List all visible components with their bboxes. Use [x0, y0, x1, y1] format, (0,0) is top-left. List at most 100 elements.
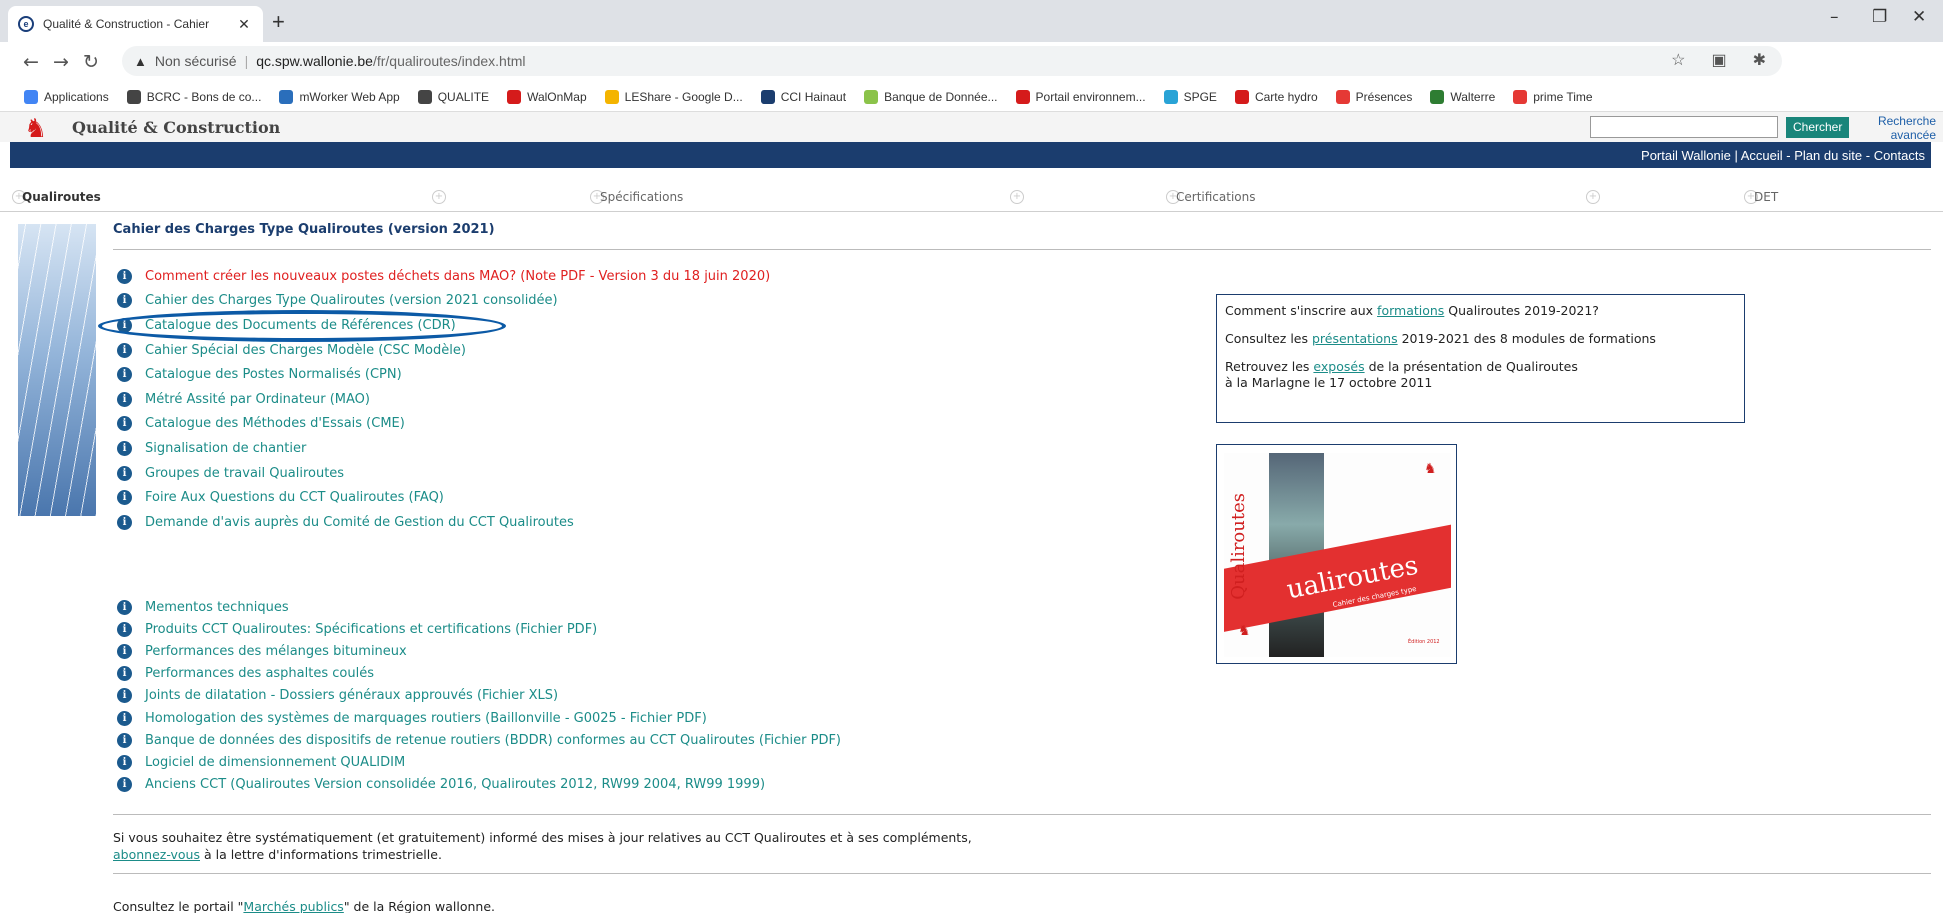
extension-icon[interactable]: ▣	[1711, 50, 1726, 70]
bookmark-item[interactable]: CCI Hainaut	[760, 89, 846, 104]
info-icon: i	[117, 490, 132, 506]
bookmark-favicon-icon	[279, 89, 294, 104]
bookmark-label: Présences	[1355, 89, 1413, 104]
tab-det[interactable]: DET	[1754, 190, 1778, 204]
search-input[interactable]	[1590, 116, 1778, 138]
bookmark-item[interactable]: Présences	[1335, 89, 1413, 104]
bookmark-item[interactable]: SPGE	[1163, 89, 1217, 104]
bookmark-item[interactable]: Applications	[24, 89, 109, 104]
tab-specifications[interactable]: Spécifications	[600, 190, 683, 204]
document-link[interactable]: Performances des asphaltes coulés	[145, 666, 374, 681]
document-link[interactable]: Homologation des systèmes de marquages r…	[145, 711, 707, 726]
newsletter-line1: Si vous souhaitez être systématiquement …	[113, 830, 972, 845]
bookmark-favicon-icon	[760, 89, 775, 104]
document-link[interactable]: Groupes de travail Qualiroutes	[145, 466, 344, 481]
info-icon: i	[117, 416, 132, 432]
info-icon: i	[117, 342, 132, 358]
page-title: Cahier des Charges Type Qualiroutes (ver…	[113, 222, 495, 237]
info-text: Comment s'inscrire aux	[1225, 303, 1378, 318]
apps-grid-icon	[24, 89, 38, 104]
bookmark-item[interactable]: WalOnMap	[507, 89, 587, 104]
new-tab-icon[interactable]: +	[272, 9, 285, 35]
document-link[interactable]: Métré Assité par Ordinateur (MAO)	[145, 392, 370, 407]
list-item: i Joints de dilatation - Dossiers générau…	[117, 685, 841, 707]
window-close-icon[interactable]: ✕	[1912, 7, 1926, 27]
bookmark-favicon-icon	[604, 89, 619, 104]
puzzle-icon[interactable]: ✱	[1753, 50, 1766, 70]
info-icon: i	[117, 391, 132, 407]
bookmark-favicon-icon	[1015, 89, 1030, 104]
subscribe-link[interactable]: abonnez-vous	[113, 847, 200, 862]
document-link[interactable]: Catalogue des Postes Normalisés (CPN)	[145, 367, 402, 382]
document-link[interactable]: Catalogue des Méthodes d'Essais (CME)	[145, 416, 405, 431]
tab-certifications[interactable]: Certifications	[1176, 190, 1255, 204]
bookmark-item[interactable]: LEShare - Google D...	[604, 89, 743, 104]
bookmark-favicon-icon	[507, 89, 522, 104]
minimize-icon[interactable]: –	[1830, 7, 1839, 27]
bookmark-item[interactable]: mWorker Web App	[279, 89, 400, 104]
newsletter-line2: abonnez-vous à la lettre d'informations …	[113, 847, 972, 864]
url-input[interactable]: ▲ Non sécurisé | qc.spw.wallonie.be /fr/…	[122, 46, 1782, 76]
document-link[interactable]: Demande d'avis auprès du Comité de Gesti…	[145, 515, 574, 530]
bookmark-item[interactable]: BCRC - Bons de co...	[126, 89, 261, 104]
info-icon: i	[117, 440, 132, 456]
info-icon: i	[117, 367, 132, 383]
list-item: i Anciens CCT (Qualiroutes Version consol…	[117, 774, 841, 796]
info-text: de la présentation de Qualiroutes	[1364, 359, 1578, 374]
exposes-link[interactable]: exposés	[1313, 359, 1364, 374]
back-icon[interactable]: ←	[16, 51, 46, 73]
bookmark-item[interactable]: prime Time	[1513, 89, 1593, 104]
resource-links-list: i Mementos techniques i Produits CCT Qualir…	[117, 596, 841, 796]
bookmark-label: Banque de Donnée...	[884, 89, 998, 104]
document-link[interactable]: Cahier Spécial des Charges Modèle (CSC M…	[145, 343, 466, 358]
restore-icon[interactable]: ❐	[1872, 7, 1887, 27]
divider	[113, 249, 1931, 250]
bookmark-item[interactable]: Portail environnem...	[1015, 89, 1146, 104]
document-link[interactable]: Comment créer les nouveaux postes déchet…	[145, 269, 770, 284]
warning-icon: ▲	[134, 53, 147, 69]
reload-icon[interactable]: ↻	[76, 51, 106, 73]
tab-title: Qualité & Construction - Cahier	[43, 17, 210, 31]
document-link[interactable]: Anciens CCT (Qualiroutes Version consoli…	[145, 777, 765, 792]
not-secure-label: Non sécurisé	[154, 53, 237, 69]
qualiroutes-cover-image[interactable]: Qualiroutes ualiroutes Cahier des charge…	[1216, 444, 1457, 664]
list-item: i Catalogue des Postes Normalisés (CPN)	[117, 362, 770, 387]
presentations-link[interactable]: présentations	[1312, 331, 1398, 346]
cover-artwork: Qualiroutes ualiroutes Cahier des charge…	[1224, 453, 1451, 657]
wallonia-rooster-logo-icon[interactable]: ♞	[24, 114, 47, 144]
public-procurement-link[interactable]: Marchés publics	[243, 899, 343, 913]
document-link[interactable]: Banque de données des dispositifs de ret…	[145, 733, 841, 748]
site-title[interactable]: Qualité & Construction	[72, 118, 280, 137]
bookmark-favicon-icon	[1335, 89, 1350, 104]
portal-text: " de la Région wallonne.	[343, 899, 496, 913]
bookmark-item[interactable]: Banque de Donnée...	[864, 89, 998, 104]
bookmark-star-icon[interactable]: ☆	[1671, 50, 1685, 70]
tab-marker-icon: +	[432, 190, 446, 204]
list-item: i Métré Assité par Ordinateur (MAO)	[117, 387, 770, 412]
forward-icon[interactable]: →	[46, 51, 76, 73]
advanced-search-link[interactable]: Recherche avancée	[1856, 114, 1936, 142]
bookmark-item[interactable]: QUALITE	[417, 89, 489, 104]
browser-tab[interactable]: e Qualité & Construction - Cahier ✕	[8, 6, 263, 42]
list-item: i Signalisation de chantier	[117, 436, 770, 461]
bookmark-favicon-icon	[864, 89, 879, 104]
bookmark-item[interactable]: Carte hydro	[1234, 89, 1318, 104]
info-icon: i	[117, 777, 132, 793]
formations-link[interactable]: formations	[1377, 303, 1444, 318]
document-link[interactable]: Logiciel de dimensionnement QUALIDIM	[145, 755, 405, 770]
bookmark-item[interactable]: Walterre	[1430, 89, 1495, 104]
document-link[interactable]: Mementos techniques	[145, 600, 289, 615]
top-nav-links[interactable]: Portail Wallonie | Accueil - Plan du sit…	[1641, 148, 1925, 163]
document-link[interactable]: Foire Aux Questions du CCT Qualiroutes (…	[145, 490, 444, 505]
search-button[interactable]: Chercher	[1786, 117, 1850, 138]
bookmarks-bar: Applications BCRC - Bons de co... mWorker …	[0, 82, 1943, 112]
close-tab-icon[interactable]: ✕	[235, 16, 253, 33]
tab-qualiroutes[interactable]: Qualiroutes	[22, 190, 101, 204]
info-text: Qualiroutes 2019-2021?	[1444, 303, 1599, 318]
bookmark-label: LEShare - Google D...	[624, 89, 743, 104]
document-link[interactable]: Produits CCT Qualiroutes: Spécifications…	[145, 622, 597, 637]
document-link[interactable]: Signalisation de chantier	[145, 441, 306, 456]
document-link[interactable]: Performances des mélanges bitumineux	[145, 644, 407, 659]
document-link[interactable]: Joints de dilatation - Dossiers généraux…	[145, 688, 558, 703]
document-link[interactable]: Cahier des Charges Type Qualiroutes (ver…	[145, 293, 558, 308]
